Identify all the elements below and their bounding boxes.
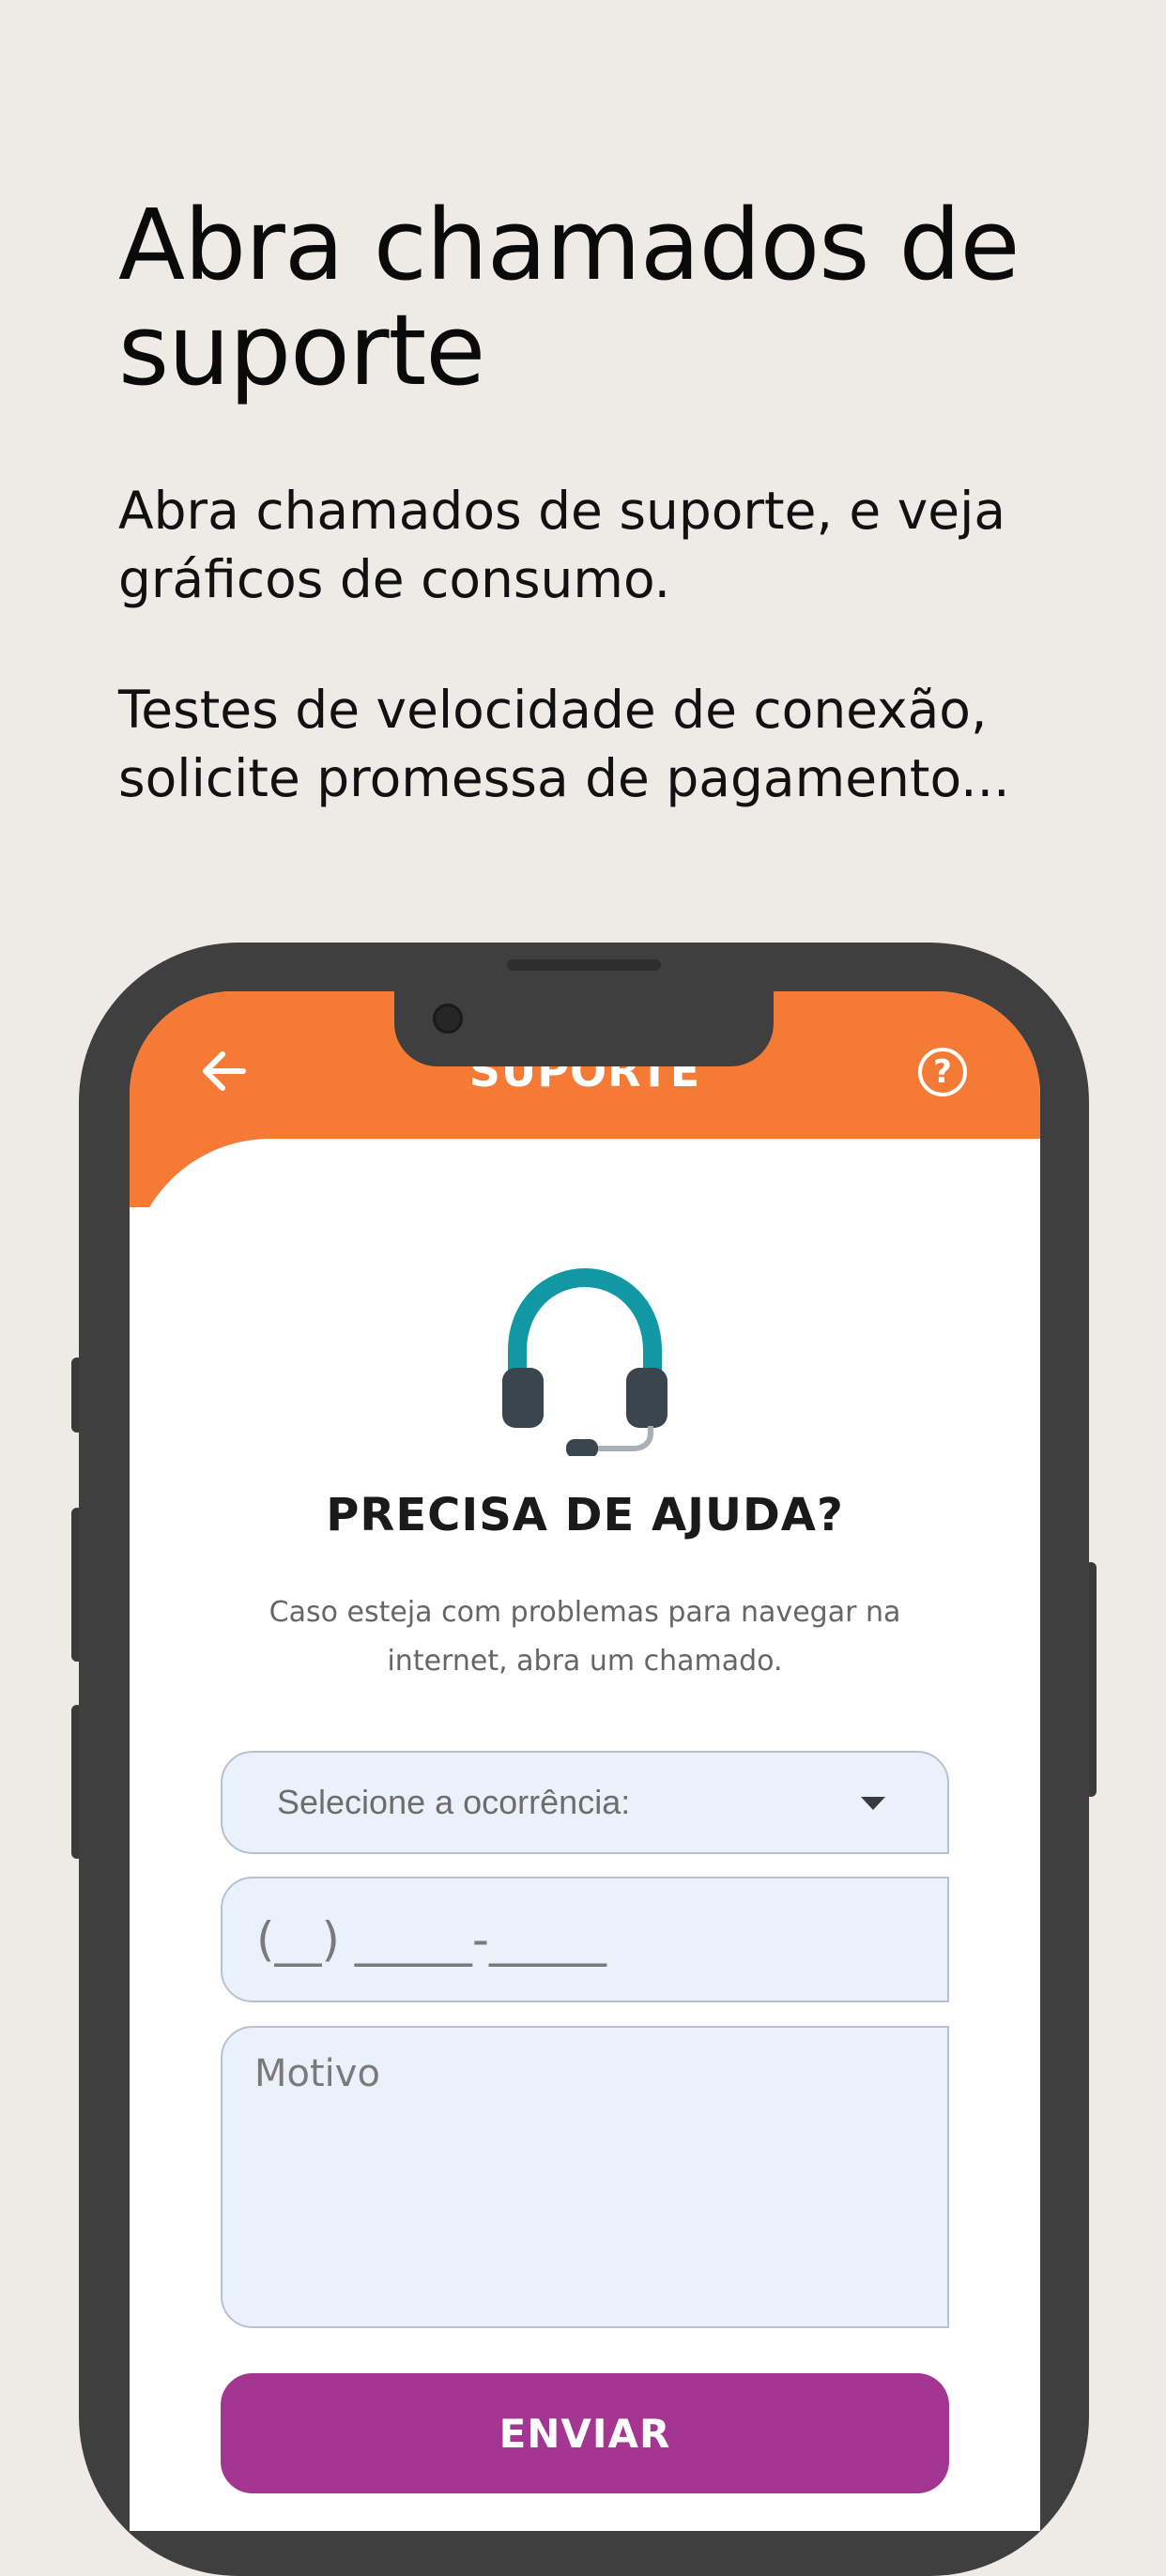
promo-title: Abra chamados de suporte (118, 188, 1020, 407)
reason-placeholder: Motivo (254, 2052, 380, 2095)
help-button[interactable]: ? (918, 1048, 967, 1096)
app-screen: SUPORTE ? PRECISA DE AJUDA? Caso esteja … (130, 991, 1040, 2531)
promo-paragraph-speed-test: Testes de velocidade de conexão, solicit… (118, 680, 1010, 808)
headset-icon (502, 1268, 667, 1456)
back-button[interactable] (197, 1045, 250, 1097)
phone-input[interactable]: (__) _____-_____ (221, 1877, 949, 2002)
caret-down-icon (861, 1797, 885, 1810)
front-camera (433, 1004, 463, 1034)
reason-textarea[interactable]: Motivo (221, 2026, 949, 2328)
promo-paragraph-consumption: Abra chamados de suporte, e veja gráfico… (118, 481, 1006, 609)
arrow-left-icon (203, 1051, 246, 1091)
occurrence-select-value: Selecione a ocorrência: (277, 1783, 631, 1821)
phone-input-placeholder: (__) _____-_____ (256, 1912, 606, 1967)
question-circle-icon: ? (933, 1053, 952, 1091)
help-heading: PRECISA DE AJUDA? (326, 1489, 844, 1541)
occurrence-select[interactable]: Selecione a ocorrência: (221, 1751, 949, 1854)
help-description: Caso esteja com problemas para navegar n… (268, 1596, 901, 1678)
phone-speaker (507, 959, 661, 971)
send-button[interactable]: ENVIAR (221, 2373, 949, 2493)
